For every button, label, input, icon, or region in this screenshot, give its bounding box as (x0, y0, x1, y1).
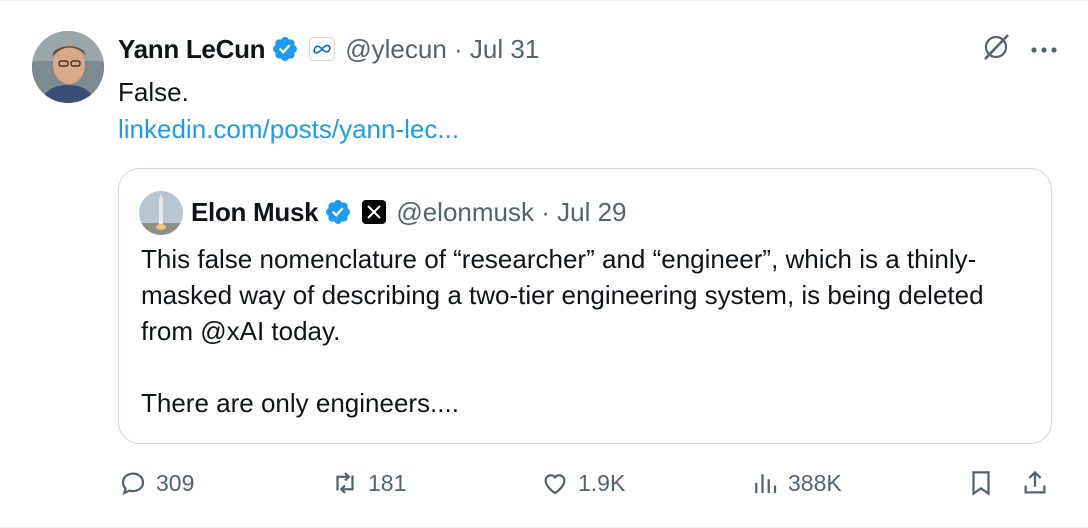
grok-icon[interactable] (980, 31, 1012, 68)
views-button[interactable]: 388K (750, 463, 842, 503)
verified-badge-icon[interactable] (324, 198, 352, 226)
share-icon (1024, 470, 1046, 494)
quoted-paragraph-1: This false nomenclature of “researcher” … (141, 244, 984, 346)
tweet-text: False. (118, 77, 189, 107)
reply-count: 309 (156, 469, 195, 496)
share-button[interactable] (1020, 463, 1058, 503)
repost-count: 181 (368, 469, 407, 496)
reply-icon (121, 472, 145, 496)
separator-dot: · (446, 33, 470, 64)
tweet[interactable]: Yann LeCun @ylecun · Jul 31 False. linke… (0, 0, 1088, 528)
action-bar: 309 181 1.9K 388K (118, 463, 1058, 503)
like-count: 1.9K (578, 469, 626, 496)
quoted-tweet[interactable]: Elon Musk @elonmusk · Jul 29 This false … (118, 168, 1052, 444)
repost-icon (336, 472, 354, 494)
meta-icon[interactable] (309, 37, 336, 61)
author-avatar[interactable] (32, 31, 104, 103)
quoted-avatar[interactable] (139, 191, 183, 235)
more-icon[interactable] (1030, 41, 1058, 59)
top-actions (980, 31, 1058, 68)
verified-badge-icon[interactable] (271, 35, 299, 63)
author-name[interactable]: Yann LeCun (118, 34, 266, 65)
author-handle[interactable]: @ylecun (345, 34, 447, 65)
x-logo-icon[interactable] (362, 200, 387, 224)
like-icon (544, 474, 566, 495)
bookmark-icon (972, 471, 990, 496)
tweet-date[interactable]: Jul 31 (470, 34, 539, 65)
bookmark-button[interactable] (966, 463, 1004, 503)
views-icon (755, 474, 777, 493)
quoted-paragraph-2: There are only engineers.... (141, 388, 459, 418)
repost-button[interactable]: 181 (330, 463, 406, 503)
quoted-text: This false nomenclature of “researcher” … (141, 241, 1041, 421)
views-count: 388K (788, 469, 842, 496)
quoted-author-handle[interactable]: @elonmusk (396, 197, 534, 228)
quoted-date[interactable]: Jul 29 (557, 197, 626, 228)
tweet-header: Yann LeCun @ylecun · Jul 31 (118, 31, 539, 67)
quoted-header: Elon Musk @elonmusk · Jul 29 (191, 194, 627, 230)
quoted-author-name[interactable]: Elon Musk (191, 197, 319, 228)
reply-button[interactable]: 309 (118, 463, 194, 503)
separator-dot: · (534, 196, 558, 227)
tweet-link[interactable]: linkedin.com/posts/yann-lec... (118, 112, 459, 146)
like-button[interactable]: 1.9K (540, 463, 625, 503)
